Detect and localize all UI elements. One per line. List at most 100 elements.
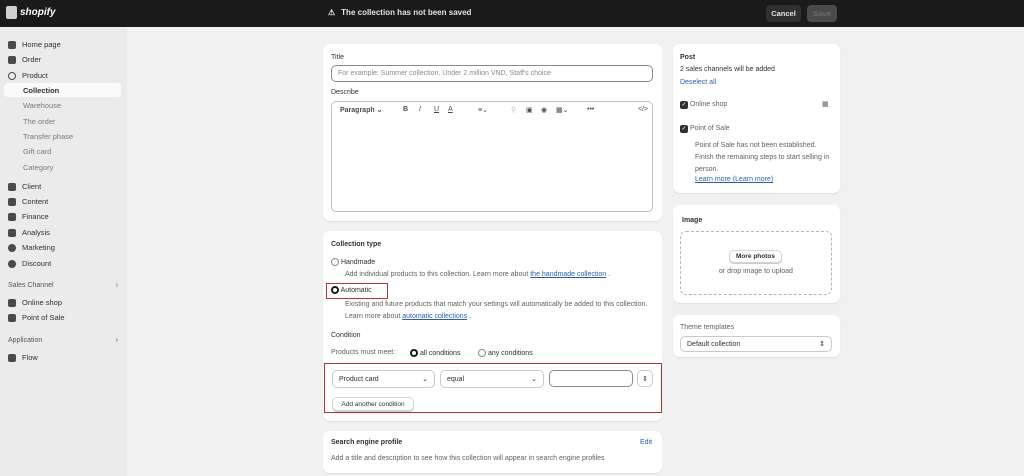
post-subheading: 2 sales channels will be added — [680, 66, 775, 73]
image-icon[interactable]: ▣ — [526, 106, 533, 114]
sidebar-item-online-shop[interactable]: Online shop — [8, 298, 62, 307]
italic-button[interactable]: I — [419, 106, 421, 113]
theme-template-select[interactable]: Default collection ⇕ — [680, 336, 832, 352]
brand-name: shopify — [20, 7, 56, 18]
code-view-button[interactable]: </> — [638, 106, 648, 113]
chevron-down-icon: ⌄ — [531, 376, 537, 383]
label: Marketing — [22, 243, 55, 252]
all-conditions-radio[interactable]: all conditions — [410, 349, 460, 357]
checkmark-icon: ✓ — [680, 125, 688, 133]
automatic-link[interactable]: automatic collections — [402, 313, 467, 320]
label: Point of Sale — [689, 125, 730, 132]
label: Order — [22, 55, 42, 64]
person-icon — [8, 182, 16, 191]
sidebar-item-analysis[interactable]: Analysis — [8, 228, 50, 237]
sidebar-item-pos[interactable]: Point of Sale — [8, 313, 65, 322]
link-icon[interactable]: ⚲ — [511, 106, 516, 114]
sidebar-item-home[interactable]: Home page — [8, 40, 61, 49]
online-shop-checkbox[interactable]: ✓ Online shop — [680, 101, 727, 109]
video-icon[interactable]: ◉ — [541, 106, 547, 114]
label: Flow — [22, 353, 38, 362]
must-meet-label: Products must meet: — [331, 349, 396, 356]
condition-field-select[interactable]: Product card ⌄ — [332, 370, 435, 388]
label: Discount — [22, 259, 52, 268]
deselect-all-link[interactable]: Deselect all — [680, 79, 716, 86]
discount-icon — [8, 259, 16, 268]
handmade-link[interactable]: the handmade collection — [530, 271, 606, 278]
shopify-logo[interactable]: shopify — [6, 6, 56, 19]
cancel-button[interactable]: Cancel — [766, 5, 801, 22]
text: Existing and future products that match … — [345, 301, 648, 320]
title-input[interactable]: For example: Summer collection, Under 2 … — [331, 65, 653, 82]
sidebar-item-client[interactable]: Client — [8, 182, 41, 191]
image-dropzone[interactable] — [680, 231, 832, 295]
text-color-button[interactable]: A — [448, 106, 453, 113]
calendar-icon[interactable]: ▦ — [822, 100, 829, 108]
store-icon — [8, 298, 16, 307]
label: Finance — [22, 212, 49, 221]
condition-operator-select[interactable]: equal ⌄ — [440, 370, 544, 388]
label: Client — [22, 182, 42, 191]
bank-icon — [8, 212, 16, 221]
stepper-icon[interactable]: ⇕ — [637, 370, 653, 387]
order-icon — [8, 55, 16, 64]
sidebar-item-order[interactable]: Order — [8, 55, 41, 64]
seo-heading: Search engine profile — [331, 439, 403, 446]
description-editor[interactable] — [331, 101, 653, 212]
sidebar-item-the-order[interactable]: The order — [23, 117, 56, 126]
any-conditions-radio[interactable]: any conditions — [478, 349, 533, 357]
sidebar-item-product[interactable]: Product — [8, 71, 48, 80]
sidebar-item-gift-card[interactable]: Gift card — [23, 147, 51, 156]
more-photos-button[interactable]: More photos — [729, 250, 782, 263]
application-header[interactable]: Application › — [8, 337, 118, 344]
save-button[interactable]: Save — [807, 5, 837, 22]
checkmark-icon: ✓ — [680, 101, 688, 109]
active-item-highlight — [4, 83, 121, 97]
sales-channel-header[interactable]: Sales Channel › — [8, 282, 118, 289]
sidebar-item-discount[interactable]: Discount — [8, 259, 51, 268]
sidebar-item-category[interactable]: Category — [23, 163, 53, 172]
text: Add individual products to this collecti… — [345, 271, 529, 278]
label: Sales Channel — [8, 282, 54, 289]
align-icon[interactable]: ≡⌄ — [478, 106, 488, 114]
sidebar-item-marketing[interactable]: Marketing — [8, 243, 55, 252]
learn-more-link[interactable]: Learn more (Learn more) — [695, 176, 773, 183]
label: Application — [8, 337, 43, 344]
more-button[interactable]: ••• — [587, 106, 594, 113]
warning-icon: ⚠ — [328, 8, 336, 17]
sidebar-item-warehouse[interactable]: Warehouse — [23, 101, 61, 110]
bar-chart-icon — [8, 228, 16, 237]
chevron-down-icon: ⌄ — [422, 376, 428, 383]
automatic-radio[interactable]: Automatic — [331, 286, 372, 294]
sidebar-item-finance[interactable]: Finance — [8, 212, 49, 221]
title-label: Title — [331, 54, 344, 61]
top-bar: shopify ⚠ The collection has not been sav… — [0, 0, 1024, 27]
underline-button[interactable]: U — [434, 106, 439, 113]
label: Online shop — [22, 298, 63, 307]
paragraph-dropdown[interactable]: Paragraph ⌄ — [340, 106, 382, 114]
pos-checkbox[interactable]: ✓ Point of Sale — [680, 125, 730, 133]
condition-heading: Condition — [331, 332, 361, 339]
chevron-right-icon: › — [115, 282, 118, 289]
table-icon[interactable]: ▦⌄ — [556, 106, 568, 114]
condition-value-input[interactable] — [549, 370, 633, 387]
sidebar-item-transfer[interactable]: Transfer phase — [23, 132, 73, 141]
seo-card — [323, 431, 662, 473]
sidebar-item-flow[interactable]: Flow — [8, 353, 38, 362]
handmade-radio[interactable]: Handmade — [331, 258, 375, 266]
sidebar-item-content[interactable]: Content — [8, 197, 48, 206]
home-icon — [8, 40, 16, 49]
bold-button[interactable]: B — [403, 106, 408, 113]
label: Home page — [22, 40, 61, 49]
label: Content — [22, 197, 49, 206]
pos-description: Point of Sale has not been established. … — [695, 142, 830, 173]
automatic-description: Existing and future products that match … — [345, 301, 648, 320]
seo-edit-link[interactable]: Edit — [640, 439, 652, 446]
value: Default collection — [687, 340, 741, 348]
content-icon — [8, 197, 16, 206]
radio-icon — [478, 349, 486, 357]
image-heading: Image — [682, 217, 703, 224]
sidebar-item-collection[interactable]: Collection — [23, 86, 59, 95]
add-condition-button[interactable]: Add another condition — [332, 397, 414, 411]
value: Product card — [339, 375, 379, 383]
